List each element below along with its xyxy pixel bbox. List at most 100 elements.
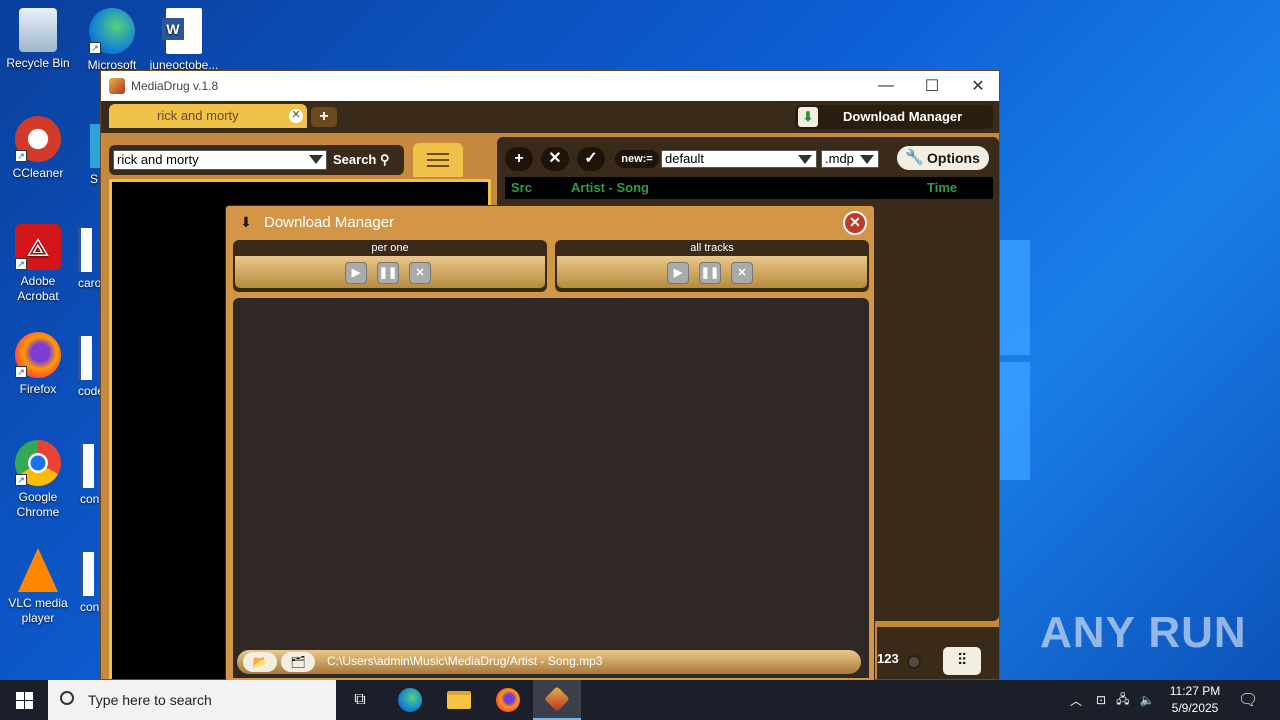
download-icon: ⬇ bbox=[240, 214, 252, 230]
word-doc-icon bbox=[80, 444, 94, 488]
chevron-down-icon bbox=[860, 155, 874, 164]
notifications-button[interactable]: 🗨 bbox=[1238, 680, 1258, 720]
word-doc-icon bbox=[80, 552, 94, 596]
chevron-up-icon[interactable]: ︿ bbox=[1070, 692, 1082, 709]
download-list[interactable] bbox=[233, 298, 869, 644]
options-label: Options bbox=[927, 150, 980, 166]
folder-icon bbox=[447, 691, 471, 709]
taskbar-search-placeholder: Type here to search bbox=[88, 692, 212, 708]
taskbar-file-explorer[interactable] bbox=[435, 680, 483, 720]
desktop-icon-chrome[interactable]: ↗ Google Chrome bbox=[0, 440, 76, 520]
desktop-icon-label: Adobe Acrobat bbox=[17, 274, 59, 303]
search-icon bbox=[60, 691, 74, 705]
task-view-button[interactable]: ⧉ bbox=[336, 680, 384, 720]
per-one-controls: per one ▶ ❚❚ ✕ bbox=[233, 240, 547, 292]
recycle-bin-icon bbox=[19, 8, 57, 52]
folder-settings-icon[interactable]: 🗂 bbox=[281, 652, 315, 672]
firefox-icon: ↗ bbox=[15, 332, 61, 378]
options-button[interactable]: 🔧 Options bbox=[897, 146, 989, 170]
shortcut-arrow-icon: ↗ bbox=[15, 474, 27, 486]
play-icon[interactable]: ▶ bbox=[667, 262, 689, 284]
menu-button[interactable] bbox=[413, 143, 463, 177]
search-input[interactable]: rick and morty bbox=[113, 150, 327, 170]
shortcut-arrow-icon: ↗ bbox=[15, 150, 27, 162]
desktop-icon-label: S bbox=[90, 172, 99, 186]
search-bar: rick and morty Search ⚲ bbox=[109, 145, 404, 175]
close-window-button[interactable]: ✕ bbox=[955, 71, 999, 101]
taskbar-edge[interactable] bbox=[386, 680, 434, 720]
menu-icon bbox=[427, 153, 449, 155]
shortcut-arrow-icon: ↗ bbox=[89, 42, 101, 54]
add-icon[interactable]: + bbox=[505, 147, 533, 171]
windows-icon bbox=[16, 701, 24, 709]
desktop-icon-acrobat[interactable]: ⟁ ↗ Adobe Acrobat bbox=[0, 224, 76, 304]
cancel-icon[interactable]: ✕ bbox=[409, 262, 431, 284]
clock-time: 11:27 PM bbox=[1169, 684, 1221, 698]
search-icon: ⚲ bbox=[380, 152, 390, 167]
search-input-value: rick and morty bbox=[117, 152, 199, 167]
desktop-icon-label: CCleaner bbox=[12, 166, 64, 180]
maximize-button[interactable]: ☐ bbox=[909, 71, 955, 101]
volume-icon[interactable]: 🔈 bbox=[1139, 693, 1154, 707]
taskbar-mediadrug[interactable] bbox=[533, 680, 581, 720]
shuffle-icon[interactable]: ✕ bbox=[541, 147, 569, 171]
system-tray: ︿ ⊡ 🖧 🔈 bbox=[1070, 680, 1154, 720]
desktop-icon-partial[interactable]: con bbox=[80, 552, 99, 614]
add-tab-button[interactable]: + bbox=[311, 107, 337, 127]
player-controls: 123 ⫶⫶ bbox=[877, 627, 999, 679]
mediadrug-icon bbox=[544, 686, 570, 712]
desktop-icon-firefox[interactable]: ↗ Firefox bbox=[0, 332, 76, 397]
menu-icon bbox=[427, 165, 449, 167]
output-path-bar: 📂 🗂 C:\Users\admin\Music\MediaDrug/Artis… bbox=[237, 650, 861, 674]
pause-icon[interactable]: ❚❚ bbox=[699, 262, 721, 284]
desktop-icon-partial[interactable]: con bbox=[80, 444, 99, 506]
desktop-icon-partial[interactable]: caro bbox=[78, 228, 101, 290]
desktop-icon-recycle-bin[interactable]: Recycle Bin bbox=[0, 8, 76, 71]
taskbar-firefox[interactable] bbox=[484, 680, 532, 720]
pause-icon[interactable]: ❚❚ bbox=[377, 262, 399, 284]
desktop-icon-edge[interactable]: ↗ Microsoft bbox=[74, 8, 150, 73]
taskbar-search[interactable]: Type here to search bbox=[48, 680, 336, 720]
download-manager-label: Download Manager bbox=[843, 109, 963, 124]
dialog-close-button[interactable]: ✕ bbox=[843, 211, 867, 235]
all-tracks-bar: ▶ ❚❚ ✕ bbox=[557, 256, 867, 288]
chevron-down-icon bbox=[798, 155, 812, 164]
download-manager-button[interactable]: ⬇ Download Manager bbox=[795, 105, 993, 129]
clock[interactable]: 11:27 PM 5/9/2025 bbox=[1160, 683, 1230, 717]
desktop-icon-label: Firefox bbox=[19, 382, 57, 396]
dialog-footer: 📂 🗂 C:\Users\admin\Music\MediaDrug/Artis… bbox=[233, 644, 869, 678]
window-title: MediaDrug v.1.8 bbox=[131, 79, 219, 93]
desktop-icon-label: con bbox=[80, 600, 100, 614]
column-src[interactable]: Src bbox=[511, 177, 532, 199]
check-icon[interactable]: ✓ bbox=[577, 147, 605, 171]
tab-close-icon[interactable]: ✕ bbox=[289, 109, 303, 123]
vlc-icon bbox=[18, 548, 58, 592]
desktop-icon-ccleaner[interactable]: ↗ CCleaner bbox=[0, 116, 76, 181]
playlist-toolbar: + ✕ ✓ new:= default .mdp 🔧 Options bbox=[505, 145, 993, 173]
chevron-down-icon[interactable] bbox=[309, 155, 323, 164]
format-select[interactable]: .mdp bbox=[821, 150, 879, 168]
desktop-icon-word-doc[interactable]: W juneoctobe... bbox=[146, 8, 222, 73]
record-icon[interactable] bbox=[907, 655, 921, 669]
equalizer-icon[interactable]: ⫶⫶ bbox=[943, 647, 981, 675]
numbering-icon[interactable]: 123 bbox=[877, 651, 899, 666]
minimize-button[interactable]: — bbox=[863, 71, 909, 101]
watermark-logo: ANY RUN bbox=[1040, 608, 1247, 657]
network-icon[interactable]: 🖧 bbox=[1116, 690, 1129, 711]
meet-now-icon[interactable]: ⊡ bbox=[1096, 693, 1106, 707]
folder-open-icon[interactable]: 📂 bbox=[243, 652, 277, 672]
new-playlist-button[interactable]: new:= bbox=[615, 150, 659, 168]
search-button[interactable]: Search ⚲ bbox=[333, 150, 399, 170]
desktop-icon-vlc[interactable]: VLC media player bbox=[0, 548, 76, 626]
play-icon[interactable]: ▶ bbox=[345, 262, 367, 284]
column-artist-song[interactable]: Artist - Song bbox=[571, 177, 649, 199]
cancel-icon[interactable]: ✕ bbox=[731, 262, 753, 284]
start-button[interactable] bbox=[0, 680, 48, 720]
dialog-title: Download Manager bbox=[264, 214, 395, 231]
firefox-icon bbox=[496, 688, 520, 712]
column-time[interactable]: Time bbox=[927, 177, 957, 199]
format-select-value: .mdp bbox=[825, 151, 854, 166]
tab-search[interactable]: rick and morty ✕ bbox=[109, 104, 307, 128]
window-titlebar: MediaDrug v.1.8 — ☐ ✕ bbox=[101, 71, 999, 101]
playlist-select[interactable]: default bbox=[661, 150, 817, 168]
